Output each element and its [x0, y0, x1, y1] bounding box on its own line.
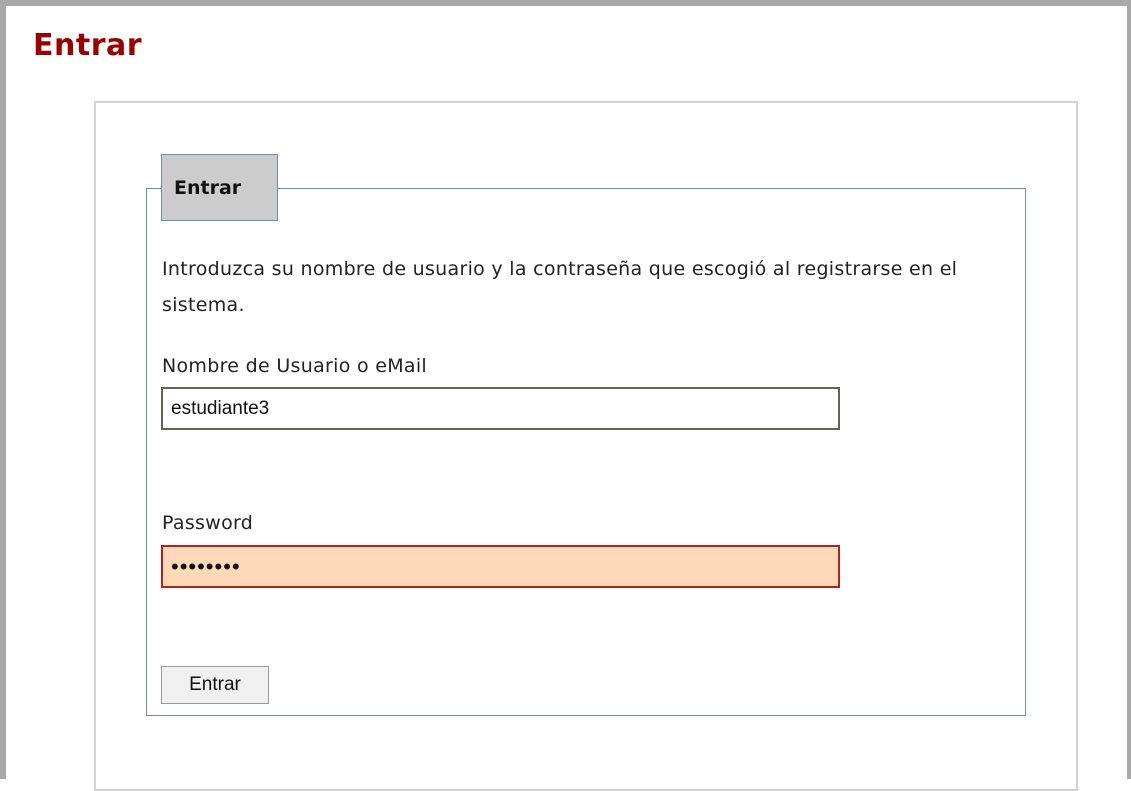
login-legend: Entrar: [161, 154, 278, 221]
login-instructions: Introduzca su nombre de usuario y la con…: [162, 258, 958, 316]
password-label: Password: [162, 512, 254, 534]
login-submit-button[interactable]: Entrar: [161, 666, 269, 704]
username-input[interactable]: [161, 387, 840, 430]
username-label: Nombre de Usuario o eMail: [162, 355, 428, 377]
page-title: Entrar: [33, 28, 143, 63]
password-input[interactable]: [161, 545, 840, 588]
